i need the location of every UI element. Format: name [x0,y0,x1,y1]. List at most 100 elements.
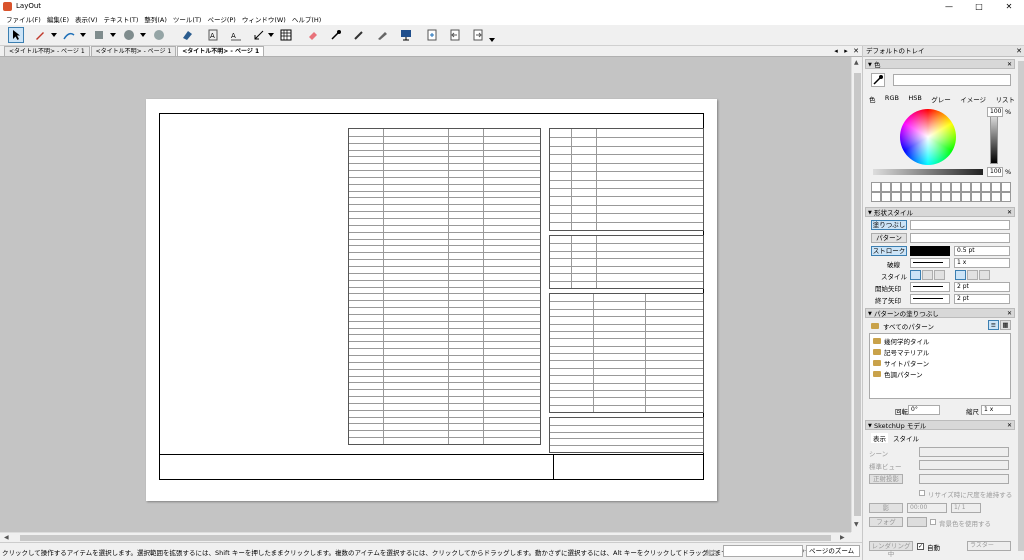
list-view-icon[interactable]: ≡ [988,320,999,330]
paint-bucket-tool-icon[interactable] [305,27,321,43]
pattern-item-symbol[interactable]: 記号マテリアル [884,347,929,357]
pattern-swatch[interactable] [910,233,1010,243]
dimension-tool-icon[interactable] [251,27,267,43]
palette-swatch[interactable] [931,192,941,202]
palette-swatch[interactable] [971,192,981,202]
sketchup-model-header[interactable]: ▼ SketchUp モデル ✕ [865,420,1015,430]
pattern-item-site[interactable]: サイトパターン [884,358,929,368]
pattern-item-tone[interactable]: 色調パターン [884,369,923,379]
document-canvas[interactable] [0,57,851,532]
brightness-percent[interactable]: 100 [987,107,1003,117]
scene-select[interactable] [919,447,1009,457]
spec-notes-table[interactable] [549,417,704,453]
menu-text[interactable]: テキスト(T) [101,14,142,24]
palette-swatch[interactable] [961,182,971,192]
color-palette[interactable] [871,182,1011,202]
palette-swatch[interactable] [991,182,1001,192]
sample-style-tool-icon[interactable] [374,27,390,43]
table-tool-icon[interactable] [278,27,294,43]
palette-swatch[interactable] [911,182,921,192]
shadow-button[interactable]: 影 [869,503,903,513]
cap-square-button[interactable] [922,270,933,280]
fill-color-swatch[interactable] [910,220,1010,230]
scale-select-sketchup[interactable] [919,474,1009,484]
circle-tool-icon[interactable] [121,27,137,43]
palette-swatch[interactable] [871,182,881,192]
shadow-time[interactable]: 00:00 [907,503,947,513]
next-page-tool-icon[interactable] [470,27,486,43]
menu-file[interactable]: ファイル(F) [3,14,44,24]
vertical-scroll-thumb[interactable] [854,73,861,516]
join-bevel-button[interactable] [967,270,978,280]
color-section-header[interactable]: ▼ 色 ✕ [865,59,1015,69]
spec-table-right-top[interactable] [549,128,704,231]
label-tool-icon[interactable]: A [228,27,244,43]
tray-scroll-thumb[interactable] [1018,61,1024,551]
rectangle-tool-icon[interactable] [91,27,107,43]
palette-swatch[interactable] [911,192,921,202]
dash-select[interactable] [910,258,950,268]
background-color-checkbox[interactable] [930,519,936,525]
menu-tools[interactable]: ツール(T) [170,14,205,24]
color-tab-list[interactable]: リスト [995,94,1015,104]
vertical-scrollbar[interactable]: ▲ ▼ [851,57,862,532]
preserve-scale-checkbox[interactable] [919,490,925,496]
presentation-tool-icon[interactable] [398,27,414,43]
pattern-fill-header[interactable]: ▼ パターンの塗りつぶし ✕ [865,308,1015,318]
circle-dropdown-icon[interactable] [140,33,146,37]
fog-color-swatch[interactable] [907,517,927,527]
scroll-right-icon[interactable]: ▶ [840,534,845,541]
grid-view-icon[interactable]: ▦ [1000,320,1011,330]
pattern-button[interactable]: パターン [871,233,907,243]
section-close-icon[interactable]: ✕ [1007,208,1012,218]
stroke-color-swatch[interactable] [910,246,950,256]
palette-swatch[interactable] [961,192,971,202]
select-tool-icon[interactable] [8,27,24,43]
start-arrow-size-select[interactable]: 2 pt [954,282,1010,292]
horizontal-scrollbar[interactable]: ◀ ▶ [0,532,851,542]
palette-swatch[interactable] [971,182,981,192]
scale-select[interactable]: 1 x [981,405,1011,415]
color-tab-wheel[interactable]: 色 [869,94,876,104]
tab-scroll-right-icon[interactable]: ▸ [842,47,850,55]
menu-view[interactable]: 表示(V) [72,14,101,24]
opacity-percent[interactable]: 100 [987,167,1003,177]
render-button[interactable]: レンダリング中 [869,541,913,558]
opacity-slider[interactable] [873,169,983,175]
pattern-list[interactable]: 幾何学的タイル 記号マテリアル サイトパターン 色調パターン [869,333,1011,399]
palette-swatch[interactable] [991,192,1001,202]
palette-swatch[interactable] [881,192,891,202]
join-round-button[interactable] [979,270,990,280]
tray-close-icon[interactable]: ✕ [1016,46,1022,57]
document-page[interactable] [146,99,717,501]
horizontal-scroll-thumb[interactable] [20,535,831,541]
zoom-select[interactable]: ページのズーム [806,545,860,557]
rectangle-dropdown-icon[interactable] [110,33,116,37]
palette-swatch[interactable] [941,192,951,202]
palette-swatch[interactable] [871,192,881,202]
palette-swatch[interactable] [891,182,901,192]
start-arrow-select[interactable] [910,282,950,292]
eyedropper-tool-icon[interactable] [328,27,344,43]
scroll-up-icon[interactable]: ▲ [854,59,859,66]
palette-swatch[interactable] [951,182,961,192]
palette-swatch[interactable] [921,192,931,202]
color-wheel[interactable] [900,109,956,165]
color-tab-rgb[interactable]: RGB [885,94,899,104]
toolbar-overflow-icon[interactable] [489,38,495,42]
palette-swatch[interactable] [1001,192,1011,202]
palette-swatch[interactable] [981,182,991,192]
line-tool-icon[interactable] [61,27,77,43]
end-arrow-size-select[interactable]: 2 pt [954,294,1010,304]
stroke-button[interactable]: ストローク [871,246,907,256]
section-close-icon[interactable]: ✕ [1007,309,1012,319]
palette-swatch[interactable] [891,192,901,202]
color-tab-image[interactable]: イメージ [960,94,986,104]
auto-render-checkbox[interactable]: ✓ [917,543,924,550]
spec-table-right-middle[interactable] [549,235,704,289]
color-tab-gray[interactable]: グレー [931,94,951,104]
color-tab-hsb[interactable]: HSB [908,94,921,104]
previous-page-tool-icon[interactable] [447,27,463,43]
rotation-select[interactable]: 0° [908,405,940,415]
pencil-dropdown-icon[interactable] [51,33,57,37]
